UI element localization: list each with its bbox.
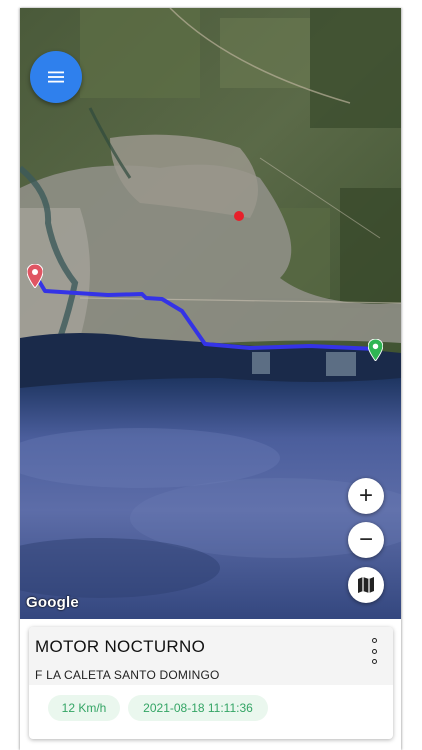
zoom-out-button[interactable]: − [348, 522, 384, 558]
map-type-button[interactable] [348, 567, 384, 603]
zoom-in-button[interactable]: + [348, 478, 384, 514]
vehicle-location: F LA CALETA SANTO DOMINGO [35, 668, 220, 682]
vehicle-info-card[interactable]: MOTOR NOCTURNO F LA CALETA SANTO DOMINGO… [29, 627, 393, 739]
end-marker-icon[interactable] [368, 339, 383, 361]
map-view[interactable]: + − Google [20, 8, 401, 619]
menu-button[interactable] [30, 51, 82, 103]
position-dot [234, 211, 244, 221]
start-marker-icon[interactable] [27, 264, 43, 288]
more-vert-icon[interactable] [369, 638, 379, 664]
hamburger-icon [48, 71, 64, 83]
satellite-imagery [20, 8, 401, 619]
speed-badge: 12 Km/h [48, 695, 120, 721]
card-header: MOTOR NOCTURNO F LA CALETA SANTO DOMINGO [29, 627, 393, 685]
map-icon [358, 577, 374, 593]
vehicle-name: MOTOR NOCTURNO [35, 637, 206, 656]
google-attribution: Google [26, 594, 79, 611]
app-screen: + − Google MOTOR NOCTURNO F LA CALETA SA… [20, 8, 401, 750]
timestamp-badge: 2021-08-18 11:11:36 [128, 695, 268, 721]
zoom-out-icon: − [358, 526, 373, 553]
zoom-in-icon: + [358, 482, 373, 509]
